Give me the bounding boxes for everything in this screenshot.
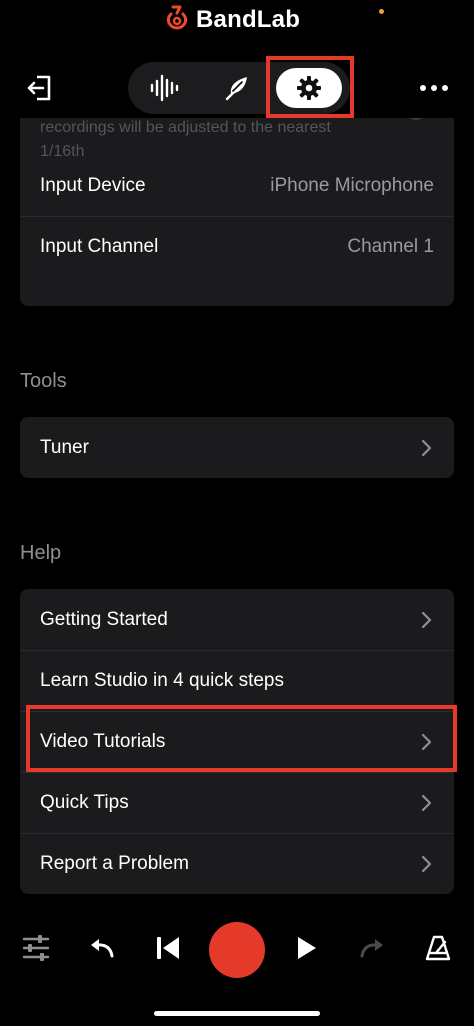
undo-button[interactable] xyxy=(84,930,120,966)
quick-tips-row[interactable]: Quick Tips xyxy=(20,772,454,833)
transport-bar xyxy=(0,910,474,990)
video-tutorials-label: Video Tutorials xyxy=(40,731,166,752)
quick-tips-label: Quick Tips xyxy=(40,792,129,813)
settings-content[interactable]: recordings will be adjusted to the neare… xyxy=(0,118,474,900)
brand-logo: BandLab xyxy=(164,4,300,35)
metronome-icon xyxy=(425,935,451,961)
more-button[interactable] xyxy=(410,72,458,104)
help-card: Getting Started Learn Studio in 4 quick … xyxy=(20,589,454,894)
input-device-label: Input Device xyxy=(40,174,146,196)
help-section-title: Help xyxy=(20,542,62,564)
tools-card: Tuner xyxy=(20,417,454,478)
input-channel-row[interactable]: Input Channel Channel 1 xyxy=(20,216,454,277)
metronome-button[interactable] xyxy=(420,930,456,966)
mixer-button[interactable] xyxy=(18,930,54,966)
view-switcher xyxy=(128,62,350,114)
redo-button[interactable] xyxy=(354,930,390,966)
getting-started-label: Getting Started xyxy=(40,608,168,630)
chevron-right-icon xyxy=(420,439,434,456)
chevron-right-icon xyxy=(420,733,434,751)
getting-started-row[interactable]: Getting Started xyxy=(20,589,454,650)
learn-studio-label: Learn Studio in 4 quick steps xyxy=(40,670,284,691)
bandlab-logo-icon xyxy=(164,4,190,35)
waveform-icon xyxy=(150,74,179,102)
learn-studio-row[interactable]: Learn Studio in 4 quick steps xyxy=(20,650,454,711)
record-button[interactable] xyxy=(209,922,265,978)
undo-icon xyxy=(91,939,114,958)
input-device-value: iPhone Microphone xyxy=(270,174,434,196)
play-button[interactable] xyxy=(288,930,324,966)
report-problem-label: Report a Problem xyxy=(40,853,189,874)
status-bar: BandLab xyxy=(0,0,474,44)
gear-icon xyxy=(297,76,321,100)
home-indicator xyxy=(154,1011,320,1016)
skip-back-icon xyxy=(157,937,179,959)
input-channel-value: Channel 1 xyxy=(347,236,434,257)
tuner-label: Tuner xyxy=(40,436,89,458)
chevron-right-icon xyxy=(420,794,434,812)
exit-icon xyxy=(27,75,51,101)
input-device-row[interactable]: Input Device iPhone Microphone xyxy=(20,155,454,216)
tools-section-title: Tools xyxy=(20,370,67,392)
video-tutorials-row[interactable]: Video Tutorials xyxy=(20,711,454,772)
mixer-icon xyxy=(22,935,50,961)
report-problem-row[interactable]: Report a Problem xyxy=(20,833,454,894)
tuner-row[interactable]: Tuner xyxy=(20,417,454,478)
tab-waveform[interactable] xyxy=(132,68,198,108)
brand-name: BandLab xyxy=(196,5,301,33)
input-channel-label: Input Channel xyxy=(40,236,159,257)
exit-button[interactable] xyxy=(22,70,58,106)
recording-settings-card: recordings will be adjusted to the neare… xyxy=(20,118,454,306)
skip-back-button[interactable] xyxy=(150,930,186,966)
feather-icon xyxy=(225,77,247,101)
tab-lyrics[interactable] xyxy=(204,68,270,108)
top-bar xyxy=(0,58,474,118)
more-icon xyxy=(420,85,426,91)
tab-settings[interactable] xyxy=(276,68,342,108)
chevron-right-icon xyxy=(420,611,434,628)
chevron-right-icon xyxy=(420,855,434,873)
play-icon xyxy=(298,937,316,959)
mic-indicator xyxy=(379,9,384,14)
redo-icon xyxy=(360,939,383,958)
